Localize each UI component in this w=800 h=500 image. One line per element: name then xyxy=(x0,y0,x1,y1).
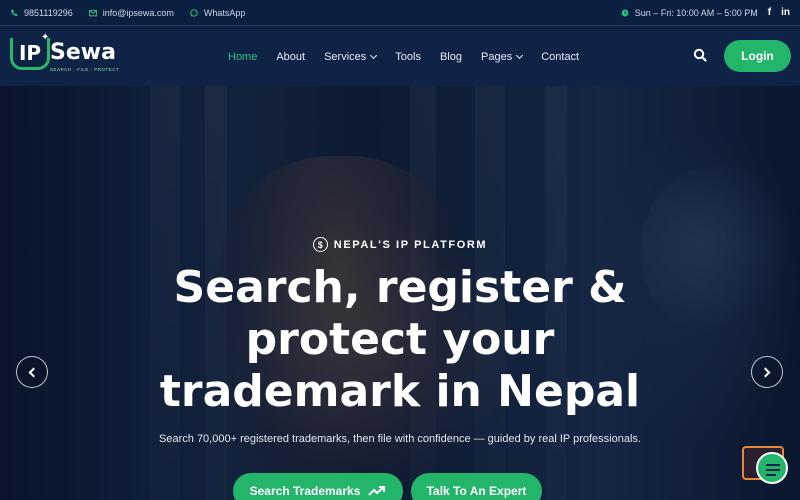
hero-subtitle: Search 70,000+ registered trademarks, th… xyxy=(159,433,641,445)
chevron-right-icon xyxy=(760,367,771,377)
nav-services[interactable]: Services xyxy=(324,50,378,63)
phone-contact[interactable]: 9851119296 xyxy=(10,8,73,18)
hours-text: Sun – Fri: 10:00 AM – 5:00 PM xyxy=(634,7,758,18)
nav-tools[interactable]: Tools xyxy=(395,51,421,63)
main-header: IP ✦ Sewa SEARCH · FILE · PROTECT Home A… xyxy=(0,25,800,86)
chevron-down-icon xyxy=(516,51,524,59)
eyebrow-text: NEPAL'S IP PLATFORM xyxy=(333,238,488,251)
nav-tools-label: Tools xyxy=(395,50,421,63)
facebook-icon[interactable]: f xyxy=(768,7,771,18)
talk-to-expert-button[interactable]: Talk To An Expert xyxy=(411,473,542,500)
chevron-down-icon xyxy=(370,51,378,59)
nav-pages-label: Pages xyxy=(481,50,513,63)
nav-contact[interactable]: Contact xyxy=(541,51,579,63)
nav-home[interactable]: Home xyxy=(228,51,257,63)
main-nav: Home About Services Tools Blog Pages Con… xyxy=(228,26,579,87)
dollar-coin-icon: $ xyxy=(312,237,328,252)
logo-name: Sewa xyxy=(50,40,116,65)
office-hours: Sun – Fri: 10:00 AM – 5:00 PM xyxy=(621,8,758,18)
email-contact[interactable]: info@ipsewa.com xyxy=(88,7,174,18)
hero-eyebrow: $ NEPAL'S IP PLATFORM xyxy=(0,237,800,252)
whatsapp-label: WhatsApp xyxy=(203,7,246,18)
search-icon[interactable] xyxy=(693,48,707,62)
nav-blog[interactable]: Blog xyxy=(440,51,462,63)
site-logo[interactable]: IP ✦ Sewa SEARCH · FILE · PROTECT xyxy=(10,32,120,78)
headline-line-1: Search, register & xyxy=(173,262,627,313)
headline-line-3: trademark in Nepal xyxy=(159,366,641,417)
nav-about[interactable]: About xyxy=(276,51,305,63)
sparkle-icon: ✦ xyxy=(41,32,50,43)
nav-services-label: Services xyxy=(324,50,367,63)
search-trademarks-label: Search Trademarks xyxy=(249,484,361,498)
hero-slider: $ NEPAL'S IP PLATFORM Search, register &… xyxy=(0,86,800,500)
chat-bubble-icon xyxy=(756,452,788,484)
hero-headline: Search, register & protect your trademar… xyxy=(100,262,700,418)
phone-icon xyxy=(11,9,18,16)
login-button[interactable]: Login xyxy=(724,40,791,72)
logo-tagline: SEARCH · FILE · PROTECT xyxy=(50,67,120,72)
whatsapp-icon xyxy=(190,8,198,17)
slider-next-button[interactable] xyxy=(751,356,783,388)
linkedin-icon[interactable]: in xyxy=(781,7,790,18)
email-address: info@ipsewa.com xyxy=(102,7,174,18)
nav-blog-label: Blog xyxy=(439,50,462,63)
whatsapp-contact[interactable]: WhatsApp xyxy=(190,7,246,18)
phone-number: 9851119296 xyxy=(24,7,73,18)
mail-icon xyxy=(88,9,97,16)
chevron-left-icon xyxy=(28,367,39,377)
headline-line-2: protect your xyxy=(245,314,555,365)
clock-icon xyxy=(621,9,629,16)
nav-pages[interactable]: Pages xyxy=(481,50,524,63)
nav-about-label: About xyxy=(276,50,306,63)
nav-contact-label: Contact xyxy=(541,50,580,63)
slider-prev-button[interactable] xyxy=(16,356,48,388)
nav-home-label: Home xyxy=(228,50,258,63)
trending-up-icon xyxy=(368,486,386,496)
chat-widget-icon[interactable] xyxy=(742,446,790,486)
top-bar: 9851119296 info@ipsewa.com WhatsApp Sun … xyxy=(0,0,800,25)
search-trademarks-button[interactable]: Search Trademarks xyxy=(233,473,403,500)
